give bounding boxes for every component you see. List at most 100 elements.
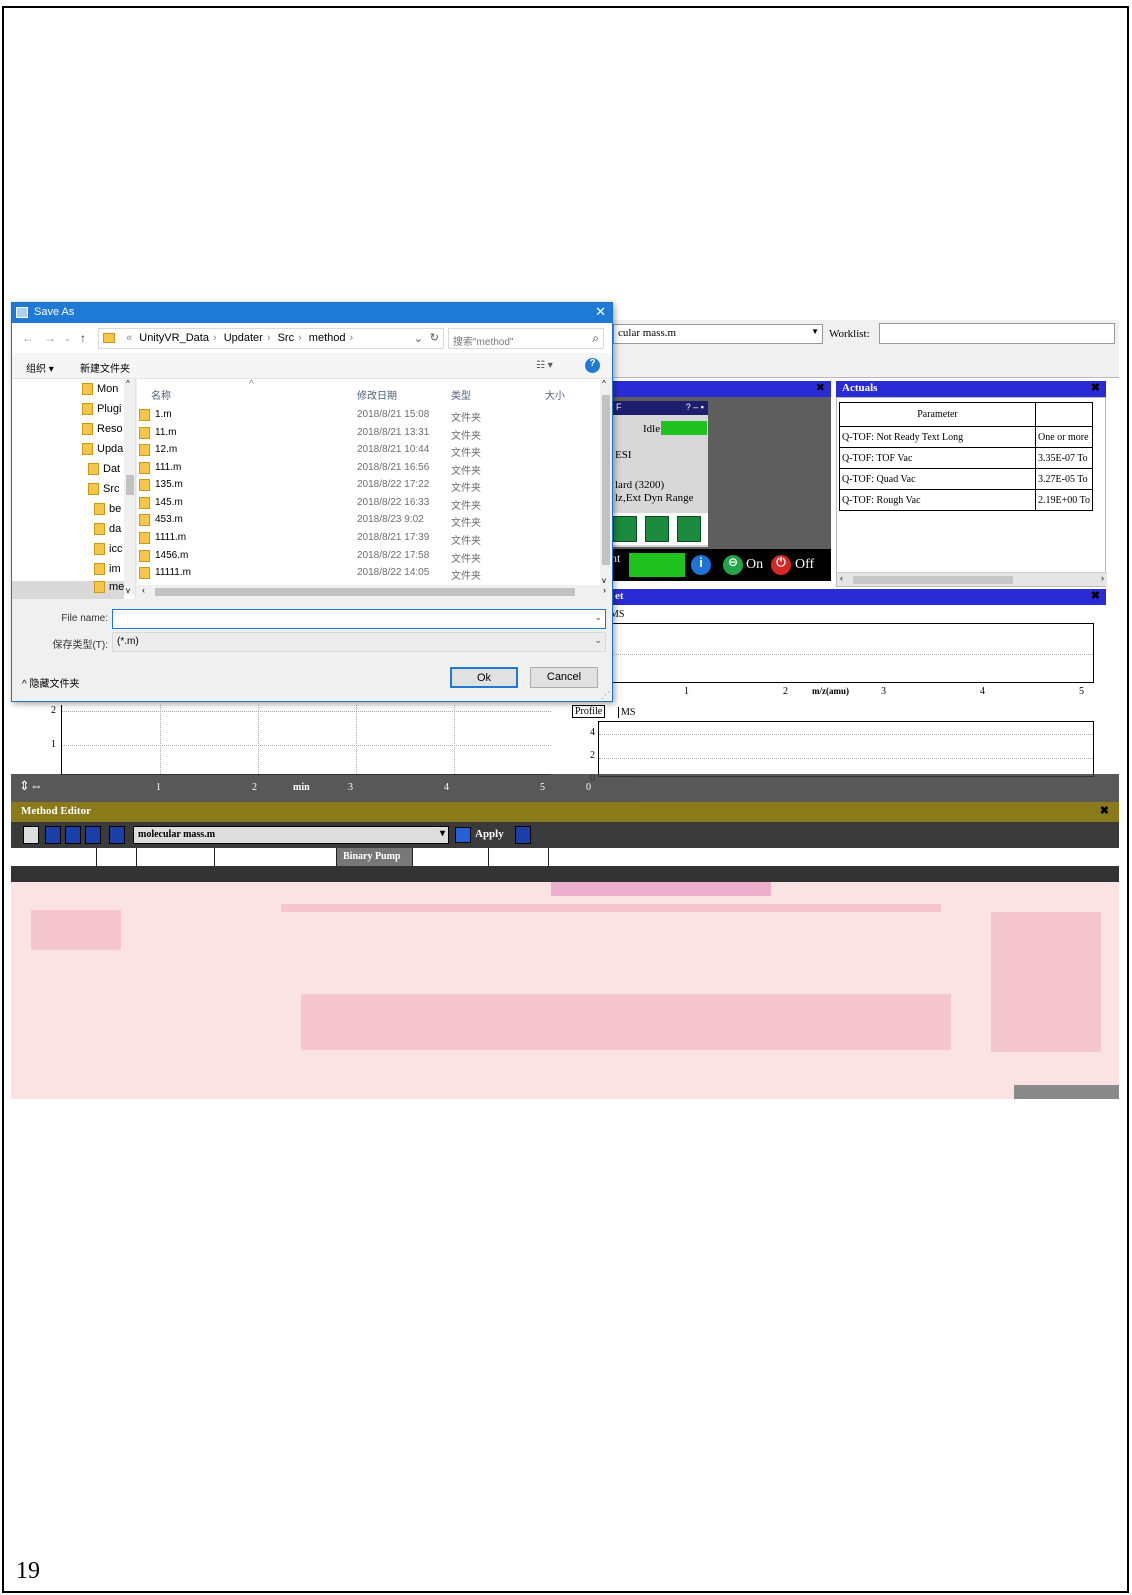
view-options-icon[interactable]: ☷ ▾ bbox=[536, 360, 553, 371]
scroll-left-icon[interactable]: ‹ bbox=[142, 585, 145, 595]
ms-tab[interactable]: MS bbox=[618, 707, 637, 718]
close-icon[interactable]: ✕ bbox=[595, 304, 606, 320]
breadcrumb-item[interactable]: method bbox=[309, 332, 346, 344]
worklist-input[interactable] bbox=[879, 323, 1115, 344]
dropdown-arrow-icon[interactable]: ▼ bbox=[811, 327, 819, 336]
file-row[interactable]: 1.m 2018/8/21 15:08 文件夹 bbox=[137, 407, 597, 424]
tab-hip-sampler[interactable]: Hip Sampler bbox=[137, 848, 215, 866]
chevron-right-icon[interactable]: › bbox=[213, 332, 217, 344]
close-icon[interactable]: ✖ bbox=[816, 381, 825, 394]
save-as-icon[interactable] bbox=[85, 826, 101, 844]
file-row[interactable]: 1111.m 2018/8/21 17:39 文件夹 bbox=[137, 530, 597, 547]
close-icon[interactable]: ✖ bbox=[1100, 804, 1109, 817]
tab-hip-sampler-pretreatment[interactable]: Hip Sampler Pretreatment bbox=[215, 848, 337, 866]
nav-item[interactable]: Plugi bbox=[82, 403, 121, 421]
nav-item[interactable]: da bbox=[94, 523, 121, 541]
tab-q-tof[interactable]: Q-TOF bbox=[489, 848, 549, 866]
scroll-left-icon[interactable]: ‹ bbox=[840, 573, 843, 583]
chevron-down-icon[interactable]: ⌄ bbox=[594, 635, 602, 646]
tab-properties[interactable]: Properties bbox=[19, 848, 97, 866]
power-off-icon[interactable]: ⏻ bbox=[771, 555, 791, 575]
horizontal-scrollbar[interactable]: ‹ › bbox=[137, 585, 612, 599]
method-editor-select[interactable]: molecular mass.m ▾ bbox=[133, 826, 449, 844]
up-arrow-icon[interactable]: ↑ bbox=[80, 331, 86, 345]
file-row[interactable]: 11111.m 2018/8/22 14:05 文件夹 bbox=[137, 565, 597, 582]
resize-grip-icon[interactable]: ⋰ bbox=[601, 690, 610, 701]
apply-button[interactable]: Apply bbox=[475, 828, 504, 840]
tab-da[interactable]: DA bbox=[97, 848, 137, 866]
file-row[interactable]: 1456.m 2018/8/22 17:58 文件夹 bbox=[137, 548, 597, 565]
nav-item-selected[interactable]: me bbox=[12, 581, 124, 599]
horizontal-scrollbar[interactable]: ‹ › bbox=[837, 572, 1107, 586]
info-icon[interactable]: i bbox=[691, 555, 711, 575]
breadcrumb-item[interactable]: Src bbox=[278, 332, 295, 344]
scroll-thumb[interactable] bbox=[126, 475, 134, 495]
scroll-down-icon[interactable]: v bbox=[602, 576, 606, 585]
file-row[interactable]: 453.m 2018/8/23 9:02 文件夹 bbox=[137, 512, 597, 529]
recent-dropdown-icon[interactable]: ⌄ bbox=[64, 334, 71, 343]
breadcrumb-item[interactable]: Updater bbox=[224, 332, 263, 344]
scroll-up-icon[interactable]: ^ bbox=[602, 379, 606, 388]
forward-arrow-icon[interactable]: → bbox=[44, 331, 56, 345]
scroll-right-icon[interactable]: › bbox=[1101, 573, 1104, 583]
save-type-select[interactable]: (*.m) ⌄ bbox=[112, 632, 606, 652]
chevron-down-icon[interactable]: ⌄ bbox=[594, 612, 602, 623]
nav-item[interactable]: Reso bbox=[82, 423, 123, 441]
column-header-date[interactable]: 修改日期 bbox=[357, 387, 397, 402]
chevron-right-icon[interactable]: › bbox=[298, 332, 302, 344]
chevron-right-icon[interactable]: › bbox=[350, 332, 354, 344]
search-icon[interactable]: ⌕ bbox=[592, 331, 599, 346]
nav-item[interactable]: Mon bbox=[82, 383, 118, 401]
column-header-size[interactable]: 大小 bbox=[545, 387, 565, 402]
scroll-thumb[interactable] bbox=[155, 588, 575, 596]
ok-button[interactable]: Ok bbox=[450, 667, 518, 688]
scroll-right-icon[interactable]: › bbox=[603, 585, 606, 595]
file-row[interactable]: 12.m 2018/8/21 10:44 文件夹 bbox=[137, 442, 597, 459]
tab-binary-pump[interactable]: Binary Pump bbox=[337, 848, 413, 866]
module-icon[interactable] bbox=[613, 516, 637, 542]
breadcrumb-item[interactable]: UnityVR_Data bbox=[139, 332, 209, 344]
file-row[interactable]: 135.m 2018/8/22 17:22 文件夹 bbox=[137, 477, 597, 494]
save-icon[interactable] bbox=[65, 826, 81, 844]
power-on-icon[interactable]: ⊖ bbox=[723, 555, 743, 575]
module-icon[interactable] bbox=[677, 516, 701, 542]
column-header-name[interactable]: 名称 bbox=[151, 387, 171, 402]
print-icon[interactable] bbox=[109, 826, 125, 844]
nav-item[interactable]: Upda bbox=[82, 443, 123, 461]
breadcrumb[interactable]: « UnityVR_Data › Updater › Src › method › ⌄ … bbox=[98, 328, 444, 349]
off-label[interactable]: Off bbox=[795, 557, 814, 573]
close-icon[interactable]: ✖ bbox=[1091, 589, 1100, 602]
on-label[interactable]: On bbox=[746, 557, 763, 573]
nav-item[interactable]: Dat bbox=[88, 463, 120, 481]
new-folder-button[interactable]: 新建文件夹 bbox=[80, 360, 130, 375]
column-header-type[interactable]: 类型 bbox=[451, 387, 471, 402]
search-input[interactable]: 搜索"method" ⌕ bbox=[448, 328, 604, 349]
breadcrumb-overflow[interactable]: « bbox=[126, 332, 132, 344]
method-select[interactable]: cular mass.m ▼ bbox=[613, 324, 823, 344]
chevron-down-icon[interactable]: ⌄ bbox=[414, 332, 423, 345]
cancel-button[interactable]: Cancel bbox=[530, 667, 598, 688]
refresh-icon[interactable]: ↻ bbox=[430, 331, 439, 344]
open-icon[interactable] bbox=[45, 826, 61, 844]
zoom-controls-icon[interactable]: ⇕⇔ bbox=[19, 778, 43, 794]
organize-menu[interactable]: 组织 ▾ bbox=[26, 360, 54, 375]
scroll-thumb[interactable] bbox=[853, 576, 1013, 584]
new-file-icon[interactable] bbox=[23, 826, 39, 844]
close-icon[interactable]: ✖ bbox=[1091, 381, 1100, 394]
scroll-thumb[interactable] bbox=[602, 395, 610, 565]
apply-check-icon[interactable] bbox=[455, 827, 471, 843]
hide-folders-toggle[interactable]: ^ 隐藏文件夹 bbox=[22, 675, 79, 690]
file-row[interactable]: 145.m 2018/8/22 16:33 文件夹 bbox=[137, 495, 597, 512]
nav-scrollbar[interactable]: ^ v bbox=[124, 379, 135, 595]
profile-tab[interactable]: Profile bbox=[572, 705, 606, 718]
help-icon[interactable]: ? bbox=[585, 358, 600, 373]
back-arrow-icon[interactable]: ← bbox=[22, 331, 34, 345]
nav-item[interactable]: im bbox=[94, 563, 121, 581]
vertical-scrollbar[interactable]: ^ v bbox=[600, 379, 612, 585]
scroll-up-icon[interactable]: ^ bbox=[126, 379, 130, 388]
nav-item[interactable]: Src bbox=[88, 483, 120, 501]
dropdown-arrow-icon[interactable]: ▾ bbox=[440, 828, 445, 839]
tab-column-comp[interactable]: Column Comp. bbox=[413, 848, 489, 866]
nav-item[interactable]: be bbox=[94, 503, 121, 521]
window-controls[interactable]: ? – ▪ bbox=[686, 402, 704, 412]
